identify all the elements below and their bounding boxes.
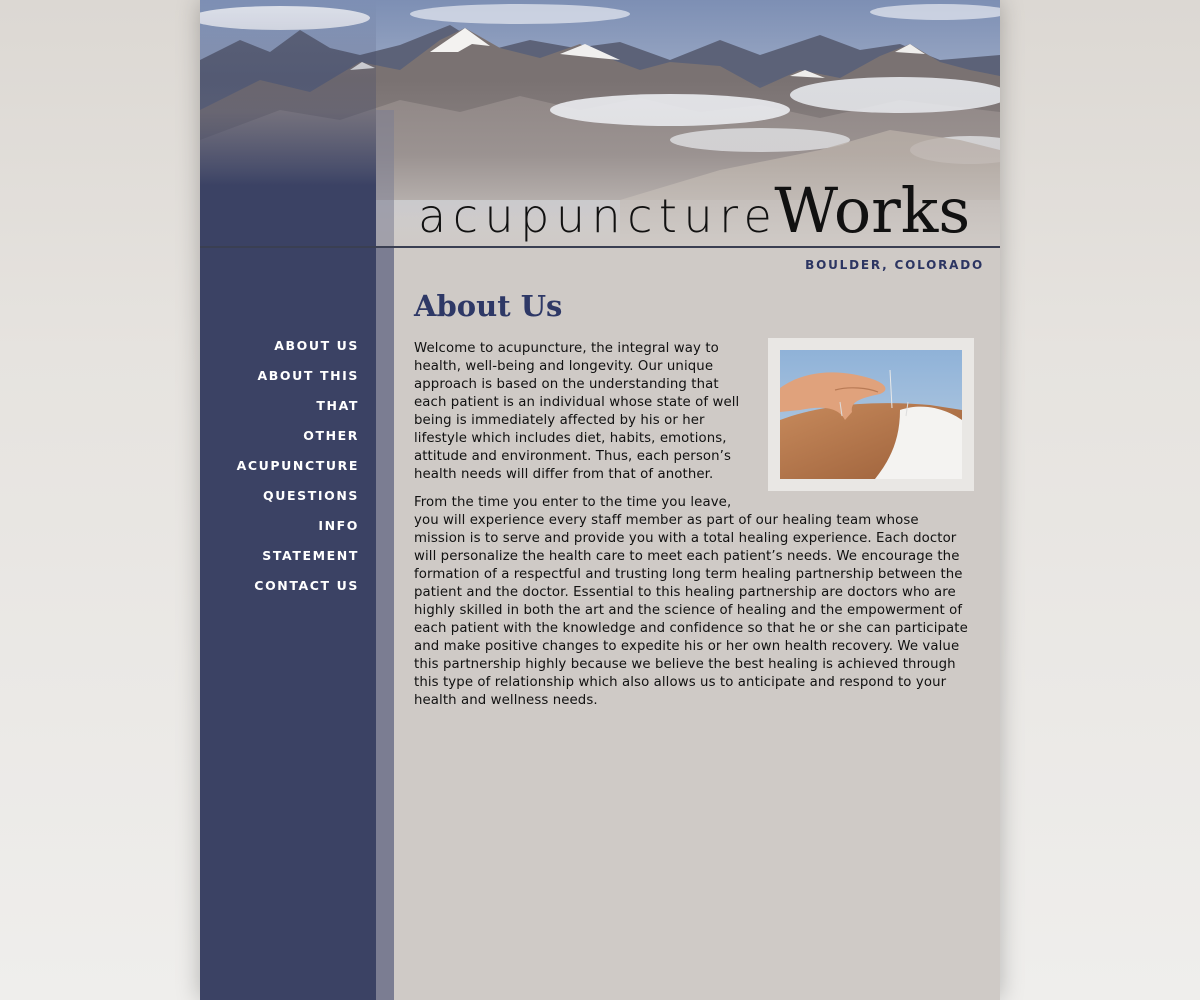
- nav-link-contact-us[interactable]: CONTACT US: [254, 578, 359, 593]
- nav-link-statement[interactable]: STATEMENT: [262, 548, 359, 563]
- nav-item-other: OTHER: [237, 427, 359, 457]
- nav-item-questions: QUESTIONS: [237, 487, 359, 517]
- nav-link-acupuncture[interactable]: ACUPUNCTURE: [237, 458, 359, 473]
- page-container: acupunctureWorks ABOUT US ABOUT THIS THA…: [200, 0, 1000, 1000]
- main-nav: ABOUT US ABOUT THIS THAT OTHER ACUPUNCTU…: [237, 337, 359, 607]
- nav-item-that: THAT: [237, 397, 359, 427]
- logo-text-light: acupuncture: [418, 189, 779, 243]
- nav-link-info[interactable]: INFO: [318, 518, 359, 533]
- sidebar-stripe: [376, 248, 394, 1000]
- body-paragraph: From the time you enter to the time you …: [414, 495, 968, 708]
- nav-link-about-us[interactable]: ABOUT US: [274, 338, 359, 353]
- nav-link-about-this[interactable]: ABOUT THIS: [258, 368, 360, 383]
- nav-item-acupuncture: ACUPUNCTURE: [237, 457, 359, 487]
- page-title: About Us: [414, 289, 563, 323]
- nav-item-info: INFO: [237, 517, 359, 547]
- nav-link-that[interactable]: THAT: [316, 398, 359, 413]
- header-banner: acupunctureWorks: [200, 0, 1000, 247]
- logo-text-bold: Works: [774, 174, 971, 247]
- nav-item-contact-us: CONTACT US: [237, 577, 359, 607]
- site-logo[interactable]: acupunctureWorks: [418, 180, 970, 242]
- photo-frame: [768, 338, 974, 491]
- nav-link-questions[interactable]: QUESTIONS: [263, 488, 359, 503]
- sidebar: ABOUT US ABOUT THIS THAT OTHER ACUPUNCTU…: [200, 248, 376, 1000]
- nav-link-other[interactable]: OTHER: [303, 428, 359, 443]
- main-content: About Us Welcome to acupuncture, the int…: [414, 286, 974, 720]
- nav-item-about-this: ABOUT THIS: [237, 367, 359, 397]
- location-label: BOULDER, COLORADO: [805, 258, 984, 272]
- acupuncture-photo: [780, 350, 962, 479]
- nav-item-statement: STATEMENT: [237, 547, 359, 577]
- nav-item-about-us: ABOUT US: [237, 337, 359, 367]
